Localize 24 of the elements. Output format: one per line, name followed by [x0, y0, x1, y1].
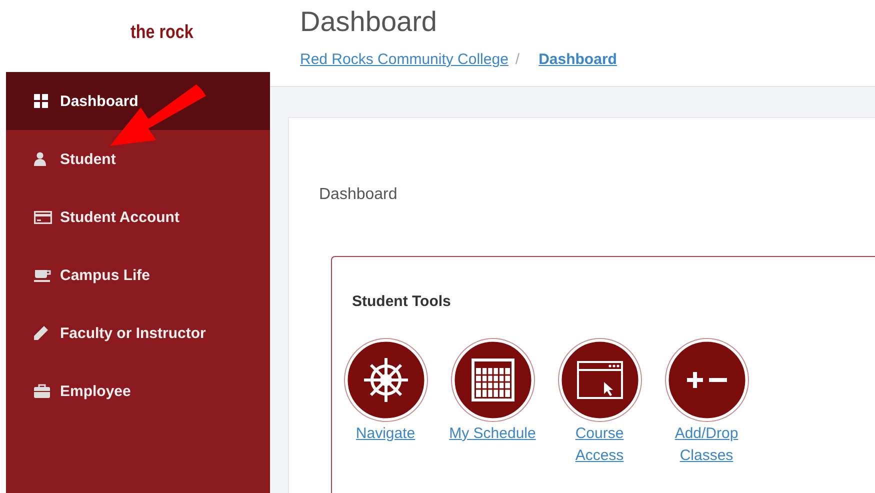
sidebar-item[interactable]: Employee — [6, 362, 270, 420]
tool-link[interactable]: Course Access — [560, 423, 640, 467]
breadcrumb-link[interactable]: Red Rocks Community College — [300, 51, 508, 68]
calendar-icon[interactable] — [450, 338, 534, 422]
breadcrumb-separator: / — [515, 51, 520, 68]
sidebar-item[interactable]: Faculty or Instructor — [6, 304, 270, 362]
card-title: Student Tools — [352, 293, 452, 310]
panel-heading: Dashboard — [319, 186, 398, 204]
ship-wheel-icon[interactable] — [344, 338, 428, 422]
sidebar-item[interactable]: Student Account — [6, 188, 270, 246]
logo: the rock — [130, 22, 194, 44]
page-title: Dashboard — [300, 6, 438, 38]
plus-minus-icon[interactable] — [664, 338, 748, 422]
cup-icon — [34, 268, 52, 282]
tool-link[interactable]: Add/Drop Classes — [666, 423, 746, 467]
tool-link[interactable]: My Schedule — [442, 423, 542, 445]
card-icon — [34, 210, 52, 224]
sidebar-item[interactable]: Dashboard — [6, 72, 270, 130]
tool-link[interactable]: Navigate — [346, 423, 426, 445]
briefcase-icon — [34, 384, 52, 398]
browser-window-icon[interactable] — [558, 338, 642, 422]
breadcrumb-link[interactable]: Dashboard — [538, 51, 617, 68]
sidebar-item[interactable]: Student — [6, 130, 270, 188]
sidebar-item[interactable]: Campus Life — [6, 246, 270, 304]
